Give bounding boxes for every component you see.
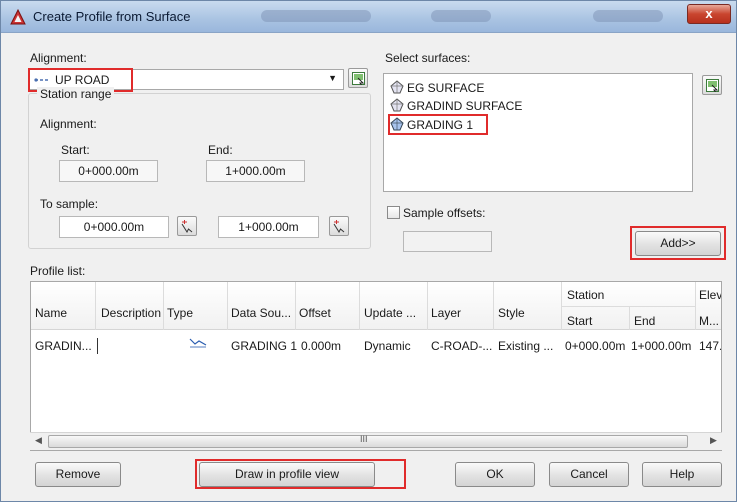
pick-station-icon [181, 220, 193, 233]
column-header-end[interactable]: End [634, 314, 655, 328]
cancel-button[interactable]: Cancel [549, 462, 629, 487]
cell-station-end[interactable]: 1+000.00m [631, 339, 691, 353]
pick-surface-button[interactable] [702, 75, 722, 95]
column-divider [493, 282, 494, 330]
surface-icon [390, 98, 404, 112]
scrollbar-thumb[interactable] [48, 435, 688, 448]
column-header-description[interactable]: Description [101, 306, 161, 320]
window-title: Create Profile from Surface [33, 9, 191, 24]
create-profile-dialog: Create Profile from Surface x Alignment:… [0, 0, 737, 502]
title-bar[interactable]: Create Profile from Surface x [1, 1, 736, 33]
column-header-style[interactable]: Style [498, 306, 525, 320]
blurred-title-text [261, 10, 371, 22]
column-header-elevation[interactable]: Eleva [699, 288, 721, 302]
pick-from-drawing-icon [352, 72, 365, 85]
cell-style[interactable]: Existing ... [498, 339, 553, 353]
column-header-station[interactable]: Station [567, 288, 604, 302]
cell-offset: 0.000m [301, 339, 342, 353]
station-alignment-label: Alignment: [40, 117, 97, 131]
help-button[interactable]: Help [642, 462, 722, 487]
profile-list-table[interactable]: Name Description Type Data Sou... Offset… [30, 281, 722, 451]
surface-label: EG SURFACE [407, 81, 485, 95]
profile-type-icon [189, 336, 207, 351]
pick-station-icon [333, 220, 345, 233]
pick-sample-start-button[interactable] [177, 216, 197, 236]
scroll-right-icon[interactable]: ▶ [710, 435, 717, 446]
column-header-layer[interactable]: Layer [431, 306, 461, 320]
close-button[interactable]: x [687, 4, 731, 24]
cell-description[interactable] [97, 338, 98, 354]
cell-data-source: GRADING 1 [231, 339, 298, 353]
select-surfaces-label: Select surfaces: [385, 51, 471, 65]
cell-name[interactable]: GRADIN... [35, 339, 92, 353]
pick-alignment-button[interactable] [348, 68, 368, 88]
to-sample-label: To sample: [40, 197, 99, 211]
cell-update[interactable]: Dynamic [364, 339, 411, 353]
column-header-name[interactable]: Name [35, 306, 67, 320]
sample-start-field[interactable]: 0+000.00m [59, 216, 169, 238]
profile-list-label: Profile list: [30, 264, 86, 278]
highlight-draw-button [195, 459, 406, 489]
cell-layer[interactable]: C-ROAD-... [431, 339, 492, 353]
column-header-elevation-min[interactable]: M... [699, 314, 719, 328]
column-divider [359, 282, 360, 330]
column-divider [163, 282, 164, 330]
alignment-label: Alignment: [30, 51, 87, 65]
ok-button[interactable]: OK [455, 462, 535, 487]
start-label: Start: [61, 143, 90, 157]
column-header-data-source[interactable]: Data Sou... [231, 306, 291, 320]
pick-from-drawing-icon [706, 79, 719, 92]
pick-sample-end-button[interactable] [329, 216, 349, 236]
sample-offsets-label: Sample offsets: [403, 206, 486, 220]
surface-icon [390, 80, 404, 94]
column-divider [695, 282, 696, 330]
app-icon [10, 9, 26, 25]
cell-station-start[interactable]: 0+000.00m [565, 339, 625, 353]
highlight-add-button [630, 226, 726, 260]
column-divider [95, 282, 96, 330]
blurred-title-text [431, 10, 491, 22]
column-divider [629, 306, 630, 330]
cell-elevation-min: 147.5 [699, 339, 721, 353]
surface-label: GRADIND SURFACE [407, 99, 523, 113]
end-label: End: [208, 143, 233, 157]
column-header-start[interactable]: Start [567, 314, 592, 328]
scroll-left-icon[interactable]: ◀ [35, 435, 42, 446]
scrollbar-grip: III [360, 434, 368, 444]
column-header-update[interactable]: Update ... [364, 306, 416, 320]
column-divider [227, 282, 228, 330]
station-range-label: Station range [37, 87, 115, 101]
horizontal-scrollbar[interactable]: ◀ III ▶ [30, 432, 722, 450]
sample-offsets-field[interactable] [403, 231, 492, 252]
highlight-grading-1 [388, 114, 488, 135]
sample-offsets-checkbox[interactable] [387, 206, 400, 219]
column-header-type[interactable]: Type [167, 306, 193, 320]
sample-end-field[interactable]: 1+000.00m [218, 216, 319, 238]
column-header-offset[interactable]: Offset [299, 306, 331, 320]
remove-button[interactable]: Remove [35, 462, 121, 487]
chevron-down-icon: ▼ [328, 73, 337, 83]
alignment-end-field: 1+000.00m [206, 160, 305, 182]
column-divider [427, 282, 428, 330]
station-header-divider [561, 306, 695, 307]
column-divider [295, 282, 296, 330]
alignment-start-field: 0+000.00m [59, 160, 158, 182]
blurred-title-text [593, 10, 663, 22]
